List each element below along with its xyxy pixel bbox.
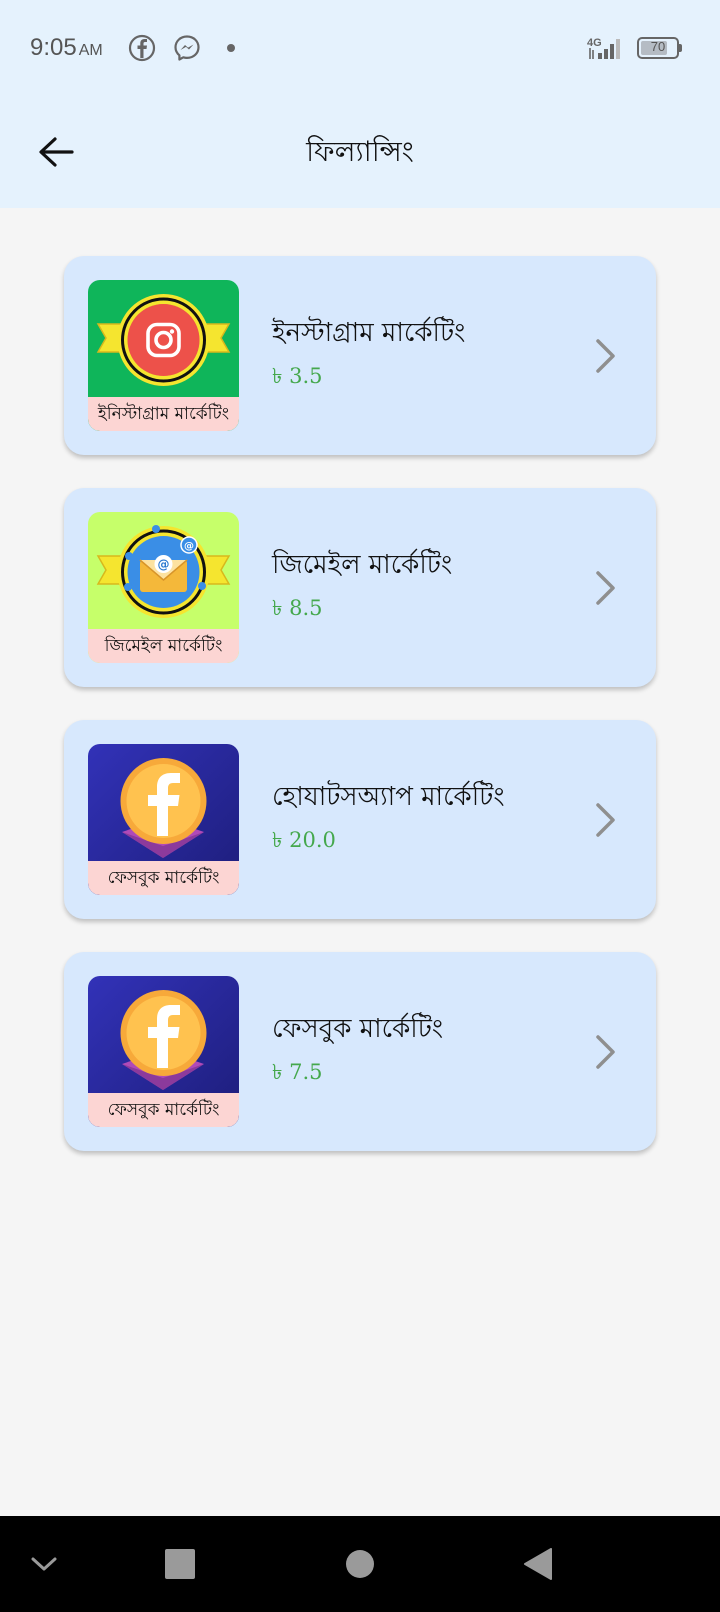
thumbnail-label: ইনিস্টাগ্রাম মার্কেটিং (88, 397, 239, 431)
home-icon (346, 1550, 374, 1578)
notification-dot-icon (227, 44, 235, 52)
messenger-icon (174, 35, 200, 61)
chevron-right-icon (596, 571, 615, 605)
item-title: ইনস্টাগ্রাম মার্কেটিং (272, 318, 466, 348)
nav-back-button[interactable] (518, 1544, 558, 1584)
list-item-facebook-marketing[interactable]: ফেসবুক মার্কেটিং ফেসবুক মার্কেটিং ৳ 7.5 (64, 952, 656, 1151)
svg-text:4G: 4G (587, 37, 602, 49)
app-bar: ফিল্যান্সিং (0, 96, 720, 208)
facebook-icon (128, 34, 156, 62)
nav-recents-button[interactable] (160, 1544, 200, 1584)
service-list: ইনিস্টাগ্রাম মার্কেটিং ইনস্টাগ্রাম মার্ক… (64, 256, 656, 1184)
item-title: হোযাটসঅ্যাপ মার্কেটিং (272, 782, 505, 812)
nav-collapse-button[interactable] (24, 1544, 64, 1584)
chevron-down-icon (31, 1557, 57, 1571)
chevron-right-icon (596, 339, 615, 373)
back-triangle-icon (524, 1548, 552, 1580)
svg-text:@: @ (158, 558, 170, 572)
nav-home-button[interactable] (340, 1544, 380, 1584)
list-item-gmail-marketing[interactable]: @ @ জিমেইল মার্কেটিং জিমেইল মার্কেটিং ৳ … (64, 488, 656, 687)
status-time: 9:05 AM (30, 34, 103, 61)
thumbnail-label: ফেসবুক মার্কেটিং (88, 861, 239, 895)
arrow-left-icon (39, 137, 74, 167)
item-price: ৳ 20.0 (272, 828, 336, 852)
chevron-right-icon (596, 803, 615, 837)
thumbnail: ইনিস্টাগ্রাম মার্কেটিং (88, 280, 239, 431)
recent-apps-icon (165, 1549, 195, 1579)
item-title: ফেসবুক মার্কেটিং (272, 1014, 444, 1044)
item-price: ৳ 3.5 (272, 364, 323, 388)
thumbnail: ফেসবুক মার্কেটিং (88, 976, 239, 1127)
svg-text:@: @ (184, 541, 194, 552)
battery-icon: 70 (637, 37, 683, 59)
battery-level: 70 (650, 39, 666, 54)
thumbnail-label: জিমেইল মার্কেটিং (88, 629, 239, 663)
item-price: ৳ 7.5 (272, 1060, 323, 1084)
system-nav-bar (0, 1516, 720, 1612)
chevron-right-icon (596, 1035, 615, 1069)
signal-4g-icon: 4G (587, 37, 620, 59)
thumbnail: @ @ জিমেইল মার্কেটিং (88, 512, 239, 663)
thumbnail: ফেসবুক মার্কেটিং (88, 744, 239, 895)
item-title: জিমেইল মার্কেটিং (272, 550, 453, 580)
page-title: ফিল্যান্সিং (306, 135, 414, 168)
thumbnail-label: ফেসবুক মার্কেটিং (88, 1093, 239, 1127)
list-item-whatsapp-marketing[interactable]: ফেসবুক মার্কেটিং হোযাটসঅ্যাপ মার্কেটিং ৳… (64, 720, 656, 919)
list-item-instagram-marketing[interactable]: ইনিস্টাগ্রাম মার্কেটিং ইনস্টাগ্রাম মার্ক… (64, 256, 656, 455)
status-bar: 9:05 AM 4G 70 (0, 0, 720, 96)
item-price: ৳ 8.5 (272, 596, 323, 620)
back-button[interactable] (30, 130, 82, 174)
